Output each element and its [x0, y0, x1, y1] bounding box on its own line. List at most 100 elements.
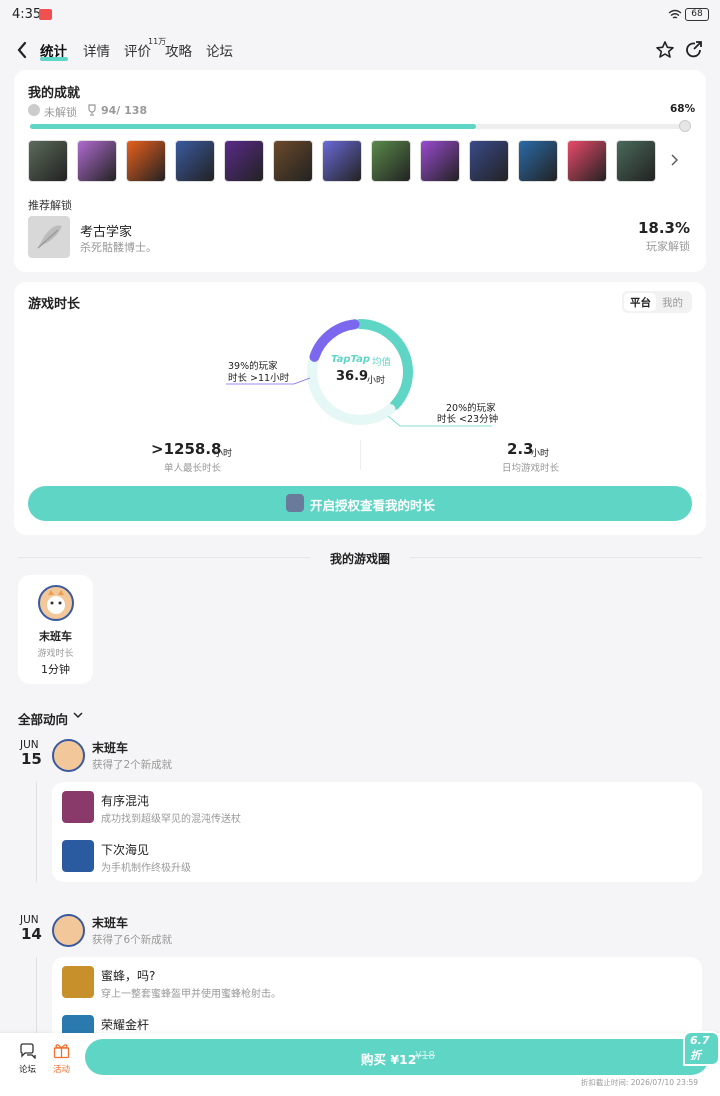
feed-user-avatar[interactable]	[52, 739, 85, 772]
share-icon[interactable]	[684, 40, 704, 60]
status-time: 4:35	[12, 7, 42, 22]
feed-user-avatar[interactable]	[52, 914, 85, 947]
wizard-gnome-icon[interactable]	[175, 140, 215, 182]
fish-skeleton-icon[interactable]	[518, 140, 558, 182]
feed-item-desc: 成功找到超级罕见的混沌传送杖	[101, 814, 241, 825]
user-avatar	[38, 585, 74, 621]
feed-day: 14	[21, 925, 42, 943]
magic-wand-icon[interactable]	[77, 140, 117, 182]
achievement-count: 94/ 138	[101, 104, 148, 117]
locked-label: 未解锁	[44, 106, 77, 119]
circle-divider-left	[18, 557, 310, 558]
game-circle-title: 我的游戏圈	[330, 552, 391, 566]
tombstone-icon[interactable]	[28, 140, 68, 182]
treasure-chest-icon[interactable]	[273, 140, 313, 182]
tab-reviews[interactable]: 评价	[124, 40, 151, 60]
donut-value: 36.9	[336, 369, 369, 384]
game-avatar-icon	[286, 494, 304, 512]
discount-deadline: 折扣截止时间: 2026/07/10 23:59	[580, 1078, 698, 1087]
bee-icon	[62, 966, 94, 998]
timeline-line	[36, 782, 37, 882]
recommend-title: 推荐解锁	[28, 199, 72, 212]
original-price: ¥18	[415, 1050, 436, 1062]
favorite-star-icon[interactable]	[655, 40, 675, 60]
buy-button[interactable]: 购买 ¥12 ¥18	[85, 1039, 709, 1075]
circle-divider-right	[410, 557, 702, 558]
trophy-icon	[88, 104, 96, 116]
discount-badge: 6.7折	[683, 1031, 720, 1066]
feed-summary: 获得了2个新成就	[92, 759, 173, 771]
notification-icon	[39, 9, 52, 20]
purple-portal-icon[interactable]	[224, 140, 264, 182]
feed-day: 15	[21, 750, 42, 768]
tab-guides[interactable]: 攻略	[165, 40, 192, 60]
recommend-percent-label: 玩家解锁	[646, 240, 690, 253]
max-playtime-unit: 小时	[214, 449, 233, 459]
flame-icon[interactable]	[126, 140, 166, 182]
member-name: 末班车	[39, 630, 72, 643]
feed-summary: 获得了6个新成就	[92, 934, 173, 946]
forum-icon[interactable]	[19, 1043, 37, 1059]
reviews-count-badge: 11万	[148, 37, 167, 46]
feed-user-name[interactable]: 末班车	[92, 914, 128, 931]
feed-item-name: 有序混沌	[101, 794, 150, 808]
tab-forum[interactable]: 论坛	[206, 40, 233, 60]
high-note-leader-line	[226, 377, 311, 385]
buy-button-label: 购买 ¥12	[361, 1052, 417, 1067]
recommend-desc: 杀死骷髅博士。	[80, 241, 157, 254]
playtime-title: 游戏时长	[28, 297, 81, 312]
pets-icon[interactable]	[469, 140, 509, 182]
platform-toggle: 平台 我的	[622, 291, 692, 313]
purple-slime-icon[interactable]	[420, 140, 460, 182]
tab-active-underline	[40, 57, 68, 61]
nav-bar: 统计 详情 评价 11万 攻略 论坛	[0, 30, 720, 70]
feed-item-name: 蜜蜂，吗?	[101, 969, 156, 983]
toggle-platform[interactable]: 平台	[630, 295, 651, 310]
timeline-line	[36, 957, 37, 1033]
achievements-title: 我的成就	[28, 86, 81, 101]
daily-playtime-unit: 小时	[531, 449, 550, 459]
recommend-name: 考古学家	[80, 225, 133, 240]
authorize-button-label: 开启授权查看我的时长	[310, 498, 436, 513]
feed-item-name: 下次海见	[101, 843, 150, 857]
forum-label[interactable]: 论坛	[19, 1063, 36, 1075]
heart-icon[interactable]	[567, 140, 607, 182]
battery-indicator: 68	[685, 8, 709, 21]
daily-playtime-label: 日均游戏时长	[502, 463, 560, 474]
daily-playtime-value: 2.3	[507, 440, 534, 458]
max-playtime-value: >1258.8	[151, 440, 222, 458]
member-playtime-label: 游戏时长	[37, 649, 74, 659]
low-note-leader-line	[388, 415, 492, 427]
chevron-down-icon[interactable]	[73, 712, 83, 720]
dresses-icon[interactable]	[371, 140, 411, 182]
sky-glow-icon[interactable]	[322, 140, 362, 182]
achievement-progress-track	[30, 124, 686, 129]
feed-item-name: 荣耀金杆	[101, 1018, 150, 1032]
progress-handle	[679, 120, 691, 132]
locked-icon	[28, 104, 40, 116]
toggle-mine[interactable]: 我的	[662, 295, 683, 310]
dragon-icon[interactable]	[616, 140, 656, 182]
donut-unit: 小时	[367, 376, 386, 386]
member-playtime-value: 1分钟	[41, 663, 70, 676]
achievement-progress-fill	[30, 124, 477, 129]
authorize-playtime-button[interactable]: 开启授权查看我的时长	[28, 486, 692, 521]
status-bar: 4:35 68	[0, 0, 720, 30]
activity-label[interactable]: 活动	[53, 1063, 70, 1075]
feed-item-desc: 为手机制作终极升级	[101, 863, 191, 874]
cellphone-icon	[62, 840, 94, 872]
recommend-percent: 18.3%	[637, 219, 690, 237]
circle-member-card[interactable]: 末班车 游戏时长 1分钟	[18, 575, 93, 684]
chevron-right-icon[interactable]	[669, 153, 679, 167]
back-arrow-icon[interactable]	[16, 41, 28, 59]
feather-achievement-icon	[28, 216, 70, 258]
tab-details[interactable]: 详情	[83, 40, 110, 60]
feed-filter[interactable]: 全部动向	[18, 709, 68, 728]
stats-divider	[360, 440, 361, 470]
gift-icon[interactable]	[53, 1042, 70, 1059]
wifi-icon	[668, 9, 682, 19]
feed-user-name[interactable]: 末班车	[92, 739, 128, 756]
taptap-logo: TapTap	[331, 354, 371, 365]
achievement-percent: 68%	[670, 103, 696, 115]
feed-item-desc: 穿上一整套蜜蜂盔甲并使用蜜蜂枪射击。	[101, 989, 281, 1000]
